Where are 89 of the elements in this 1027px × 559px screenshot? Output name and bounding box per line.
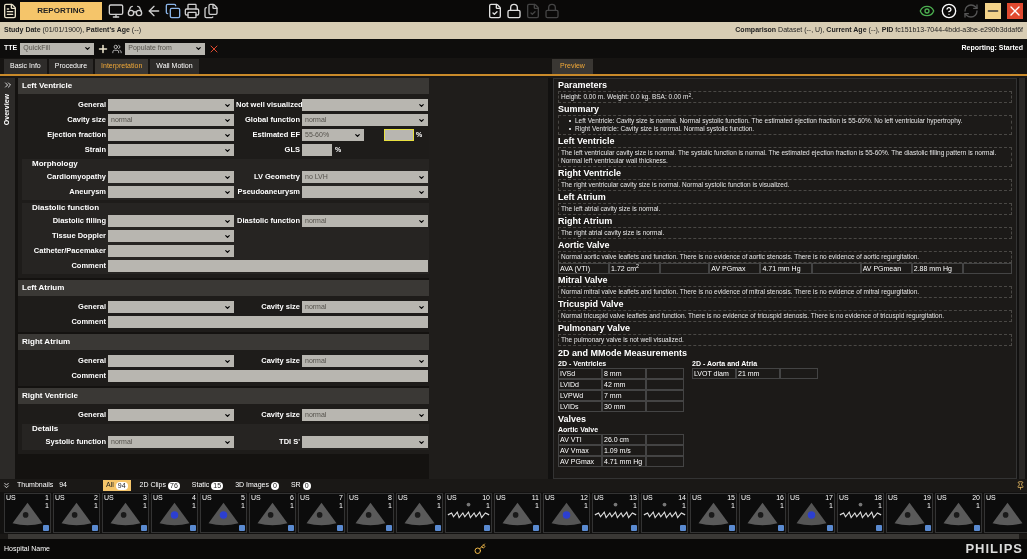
lock-icon[interactable] [506, 3, 522, 19]
empty-table-cell [646, 401, 684, 412]
people-icon[interactable] [112, 43, 123, 54]
document-check-icon[interactable] [487, 3, 503, 19]
comment-field[interactable] [108, 316, 428, 328]
section-header: Right Atrium [18, 334, 429, 350]
clip-badge-icon [925, 525, 931, 531]
empty-table-cell [646, 456, 684, 467]
close-icon[interactable] [1007, 3, 1023, 19]
empty-table-cell [811, 263, 861, 274]
add-icon[interactable] [97, 42, 110, 55]
clip-badge-icon [141, 525, 147, 531]
preview-heading: Left Atrium [558, 192, 607, 203]
clip-badge-icon [729, 525, 735, 531]
printer-icon[interactable] [184, 3, 200, 19]
dropdown-caret-icon [84, 45, 92, 52]
comment-field[interactable] [108, 260, 428, 272]
copy-icon[interactable] [165, 3, 181, 19]
preview-heading: Right Atrium [558, 216, 614, 227]
dropdown-caret-icon [418, 357, 425, 365]
minimize-icon[interactable] [985, 3, 1001, 19]
preview-heading: Right Ventricle [558, 168, 622, 179]
preview-heading: Parameters [558, 80, 609, 91]
subsection-title: Diastolic function [31, 203, 101, 213]
section-header: Left Ventricle [18, 78, 429, 94]
dropdown-caret-icon [195, 45, 203, 52]
clip-badge-icon [974, 525, 980, 531]
thumbnail-scrollbar[interactable] [8, 534, 1019, 539]
preview-heading: Left Ventricle [558, 136, 616, 147]
preview-heading: Pulmonary Valve [558, 323, 632, 334]
monitor-icon[interactable] [108, 3, 124, 19]
clip-badge-icon [582, 525, 588, 531]
clip-badge-icon [43, 525, 49, 531]
empty-table-cell [660, 263, 710, 274]
empty-table-cell [780, 368, 818, 379]
dropdown-caret-icon [418, 217, 425, 225]
subsection-title: Morphology [31, 159, 79, 169]
key-icon[interactable] [474, 543, 486, 555]
document-icon[interactable] [2, 3, 18, 19]
dropdown-caret-icon [224, 357, 231, 365]
clip-badge-icon [876, 525, 882, 531]
empty-table-cell [646, 379, 684, 390]
clip-badge-icon [288, 525, 294, 531]
clip-badge-icon [435, 525, 441, 531]
files-icon[interactable] [203, 3, 219, 19]
clip-badge-icon [190, 525, 196, 531]
ef-input-field[interactable] [384, 129, 414, 141]
dropdown-caret-icon [418, 303, 425, 311]
dropdown-caret-icon [224, 411, 231, 419]
preview-heading: 2D and MMode Measurements [558, 347, 689, 359]
dropdown-caret-icon [224, 438, 231, 446]
empty-table-cell [646, 368, 684, 379]
clip-badge-icon [337, 525, 343, 531]
dropdown-caret-icon [224, 303, 231, 311]
preview-heading: Mitral Valve [558, 275, 609, 286]
dropdown-caret-icon [354, 131, 361, 139]
empty-table-cell [962, 263, 1012, 274]
preview-heading: Tricuspid Valve [558, 299, 625, 310]
dropdown-caret-icon [418, 411, 425, 419]
clip-badge-icon [680, 525, 686, 531]
empty-table-cell [646, 445, 684, 456]
clip-badge-icon [484, 525, 490, 531]
clip-badge-icon [533, 525, 539, 531]
clip-badge-icon [386, 525, 392, 531]
preview-heading: Aortic Valve [558, 240, 611, 251]
clip-badge-icon [778, 525, 784, 531]
clip-badge-icon [239, 525, 245, 531]
empty-table-cell [646, 434, 684, 445]
expand-icon[interactable] [2, 80, 13, 90]
pin-icon[interactable] [1016, 481, 1025, 490]
comment-field[interactable] [108, 370, 428, 382]
section-header: Left Atrium [18, 280, 429, 296]
clip-badge-icon [92, 525, 98, 531]
brand-logo: PHILIPS [965, 540, 1023, 559]
help-icon[interactable] [941, 3, 957, 19]
empty-table-cell [646, 390, 684, 401]
subsection-title: Details [31, 424, 60, 434]
glasses-icon[interactable] [127, 3, 143, 19]
preview-heading: Valves [558, 413, 588, 425]
gls-input-field[interactable] [302, 144, 332, 156]
reporting-button[interactable]: REPORTING [20, 2, 102, 20]
eye-icon[interactable] [919, 3, 935, 19]
clip-badge-icon [827, 525, 833, 531]
dropdown-caret-icon [418, 438, 425, 446]
clip-badge-icon [631, 525, 637, 531]
scrollbar[interactable] [1019, 78, 1025, 479]
collapse-icon[interactable] [2, 481, 11, 490]
preview-heading: Summary [558, 104, 601, 115]
section-header: Right Ventricle [18, 388, 429, 404]
